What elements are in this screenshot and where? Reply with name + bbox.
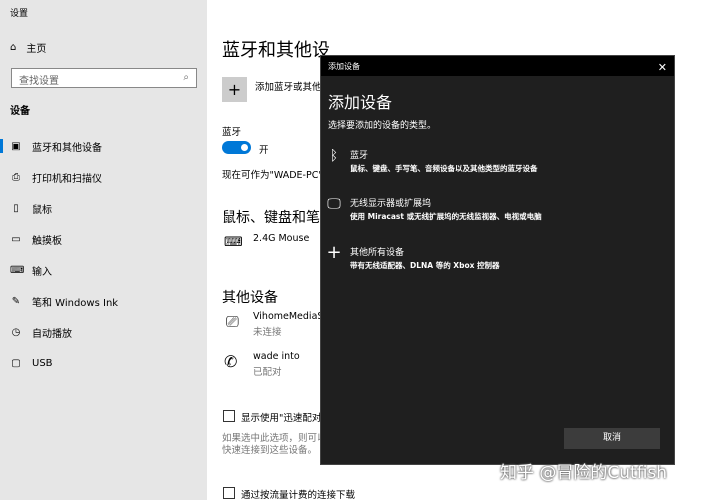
- add-device-button[interactable]: +: [222, 77, 247, 102]
- keyboard-icon: ⌨: [10, 264, 25, 276]
- phone-icon: ✆: [224, 352, 238, 371]
- monitor-icon: 🖵: [327, 196, 341, 212]
- discoverable-text: 现在可作为"WADE-PC"被: [222, 170, 333, 181]
- bluetooth-devices-icon: ▣: [11, 140, 21, 152]
- device-name[interactable]: VihomeMediaSe: [253, 311, 329, 322]
- bluetooth-toggle[interactable]: [222, 141, 251, 154]
- sidebar-item-bluetooth[interactable]: ▣ 蓝牙和其他设备: [0, 135, 207, 157]
- add-device-label: 添加蓝牙或其他: [255, 82, 322, 93]
- dialog-titlebar: 添加设备 ✕: [321, 56, 674, 76]
- sidebar-item-autoplay[interactable]: ◷ 自动播放: [0, 321, 207, 343]
- plus-icon: +: [227, 80, 242, 99]
- home-link[interactable]: ⌂ 主页: [10, 40, 46, 55]
- device-status: 未连接: [253, 327, 282, 338]
- mouse-icon: ▯: [13, 202, 19, 214]
- device-status: 已配对: [253, 367, 282, 378]
- mouse-section-heading: 鼠标、键盘和笔: [222, 210, 320, 226]
- search-input[interactable]: 查找设置 ⌕: [11, 68, 197, 88]
- touchpad-icon: ▭: [11, 233, 21, 245]
- sidebar-item-mouse[interactable]: ▯ 鼠标: [0, 197, 207, 219]
- metered-checkbox[interactable]: [223, 487, 235, 499]
- swift-pair-desc: 快速连接到这些设备。: [222, 445, 318, 456]
- swift-pair-label: 显示使用"迅速配对": [241, 413, 326, 424]
- home-icon: ⌂: [10, 42, 17, 53]
- sidebar-item-typing[interactable]: ⌨ 输入: [0, 259, 207, 281]
- swift-pair-checkbox[interactable]: [223, 410, 235, 422]
- search-icon: ⌕: [183, 72, 189, 83]
- media-device-icon: ⎚: [226, 312, 239, 331]
- option-bluetooth[interactable]: ᛒ 蓝牙 鼠标、键盘、手写笔、音频设备以及其他类型的蓝牙设备: [326, 148, 538, 174]
- plus-icon: +: [326, 242, 342, 263]
- sidebar-item-usb[interactable]: ▢ USB: [0, 352, 207, 374]
- autoplay-icon: ◷: [11, 326, 21, 338]
- printer-icon: ⎙: [12, 171, 20, 183]
- watermark: 知乎 @冒险的Cutfish: [500, 463, 668, 483]
- dialog-heading: 添加设备: [328, 93, 393, 112]
- other-section-heading: 其他设备: [222, 290, 278, 306]
- section-heading: 设备: [10, 106, 30, 117]
- bluetooth-label: 蓝牙: [222, 127, 242, 138]
- sidebar-item-printers[interactable]: ⎙ 打印机和扫描仪: [0, 166, 207, 188]
- option-everything-else[interactable]: + 其他所有设备 带有无线适配器、DLNA 等的 Xbox 控制器: [326, 242, 499, 271]
- cancel-button[interactable]: 取消: [564, 428, 660, 449]
- device-name[interactable]: 2.4G Mouse: [253, 233, 309, 244]
- close-icon[interactable]: ✕: [658, 61, 667, 74]
- dialog-subtitle: 选择要添加的设备的类型。: [328, 121, 437, 131]
- device-name[interactable]: wade into: [253, 351, 300, 362]
- page-title: 蓝牙和其他设: [222, 40, 330, 61]
- sidebar-item-touchpad[interactable]: ▭ 触摸板: [0, 228, 207, 250]
- bluetooth-state: 开: [259, 145, 269, 156]
- sidebar: 设置 ⌂ 主页 查找设置 ⌕ 设备 ▣ 蓝牙和其他设备 ⎙ 打印机和扫描仪 ▯ 鼠标 ▭ 触…: [0, 0, 207, 500]
- option-wireless-display[interactable]: 🖵 无线显示器或扩展坞 使用 Miracast 或无线扩展坞的无线监视器、电视或电脑: [326, 196, 541, 222]
- sidebar-item-pen[interactable]: ✎ 笔和 Windows Ink: [0, 290, 207, 312]
- usb-icon: ▢: [11, 357, 21, 369]
- keyboard-icon: ⌨: [224, 235, 243, 250]
- metered-label: 通过按流量计费的连接下载: [241, 490, 356, 501]
- app-title: 设置: [10, 9, 29, 19]
- pen-icon: ✎: [11, 295, 21, 307]
- add-device-dialog: 添加设备 ✕ 添加设备 选择要添加的设备的类型。 ᛒ 蓝牙 鼠标、键盘、手写笔、音频设…: [320, 55, 675, 465]
- bluetooth-icon: ᛒ: [329, 148, 339, 164]
